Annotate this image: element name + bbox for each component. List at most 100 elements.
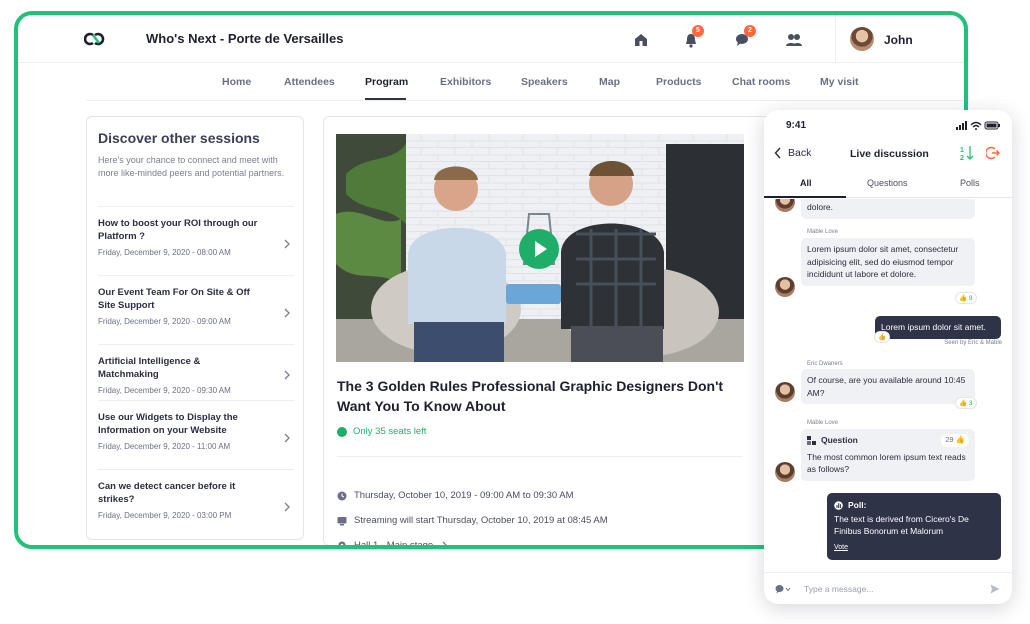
poll-icon	[834, 500, 843, 510]
question-vote-count[interactable]: 29 👍	[941, 434, 969, 447]
content-divider	[337, 456, 742, 457]
nav-map[interactable]: Map	[599, 76, 620, 88]
map-pin-icon	[338, 541, 346, 545]
event-title: Who's Next - Porte de Versailles	[146, 31, 344, 46]
chevron-left-icon	[774, 147, 781, 159]
messages-badge: 2	[744, 25, 756, 37]
sessions-panel: Discover other sessions Here's your chan…	[86, 116, 304, 540]
session-item-date: Friday, December 9, 2020 - 08:00 AM	[98, 248, 231, 257]
send-icon[interactable]	[990, 584, 1000, 594]
poll-vote-link[interactable]: Vote	[834, 542, 994, 555]
question-vote-value: 29	[945, 435, 954, 444]
chevron-right-icon	[284, 433, 290, 442]
mobile-live-discussion: 9:41 Back Live discussion 1 2 All Questi…	[764, 110, 1012, 604]
session-detail-panel: The 3 Golden Rules Professional Graphic …	[323, 116, 781, 549]
tab-active-underline	[764, 196, 846, 198]
likes-value: 9	[968, 295, 973, 302]
session-time: Thursday, October 10, 2019 - 09:00 AM to…	[337, 490, 574, 501]
chat-poll[interactable]: Poll: The text is derived from Cicero's …	[827, 493, 1001, 560]
nav-exhibitors[interactable]: Exhibitors	[440, 76, 491, 88]
chevron-right-icon	[284, 502, 290, 511]
chat-question: Question 29 👍 The most common lorem ipsu…	[801, 429, 975, 481]
seats-status: Only 35 seats left	[337, 426, 426, 437]
video-player[interactable]	[336, 134, 744, 362]
likes-count[interactable]: 👍 9	[956, 293, 976, 303]
chat-feed[interactable]: dolore. Mable Love Lorem ipsum dolor sit…	[764, 199, 1012, 571]
nav-products[interactable]: Products	[656, 76, 702, 88]
main-nav: Home Attendees Program Exhibitors Speake…	[86, 63, 964, 101]
chat-message-text: dolore.	[807, 202, 833, 212]
chat-message: Lorem ipsum dolor sit amet, consectetur …	[801, 238, 975, 286]
tab-all[interactable]: All	[800, 178, 812, 188]
chat-message: dolore.	[801, 199, 975, 219]
nav-attendees[interactable]: Attendees	[284, 76, 335, 88]
live-discussion-title: Live discussion	[850, 148, 929, 160]
message-input[interactable]	[804, 581, 984, 597]
session-item[interactable]: Artificial Intelligence & Matchmaking Fr…	[98, 344, 294, 399]
like-button[interactable]: 👍	[875, 332, 890, 342]
session-item[interactable]: Can we detect cancer before it strikes? …	[98, 469, 294, 537]
svg-text:1: 1	[960, 147, 964, 154]
nav-my-visit[interactable]: My visit	[820, 76, 859, 88]
status-bar-icons	[956, 121, 1000, 130]
message-composer	[764, 572, 1012, 604]
nav-home[interactable]: Home	[222, 76, 251, 88]
chat-author: Mable Love	[807, 420, 839, 426]
broadcast-icon	[337, 516, 347, 525]
home-icon[interactable]	[632, 31, 650, 49]
likes-count[interactable]: 👍 3	[956, 398, 976, 408]
user-avatar[interactable]	[850, 27, 874, 51]
avatar	[775, 277, 795, 297]
session-item-title: Our Event Team For On Site & Off Site Su…	[98, 287, 250, 311]
session-item[interactable]: Use our Widgets to Display the Informati…	[98, 400, 294, 468]
contacts-icon[interactable]	[785, 31, 803, 49]
poll-label: Poll:	[848, 500, 867, 510]
session-item-title: How to boost your ROI through our Platfo…	[98, 218, 258, 242]
back-button[interactable]: Back	[774, 147, 811, 159]
tab-polls[interactable]: Polls	[960, 178, 980, 188]
emoji-picker-icon[interactable]	[775, 584, 791, 594]
chevron-right-icon	[284, 308, 290, 317]
discussion-tabs: All Questions Polls	[764, 170, 1012, 198]
play-button[interactable]	[519, 229, 559, 269]
poll-header: Poll:	[834, 499, 994, 512]
question-header: Question 29 👍	[807, 434, 969, 447]
nav-speakers[interactable]: Speakers	[521, 76, 568, 88]
sort-icon[interactable]: 1 2	[960, 144, 974, 162]
chat-author: Mable Love	[807, 229, 839, 235]
question-icon	[807, 435, 816, 445]
session-item-title: Use our Widgets to Display the Informati…	[98, 412, 238, 436]
phone-clock: 9:41	[786, 120, 807, 131]
avatar	[775, 462, 795, 482]
session-item[interactable]: Our Event Team For On Site & Off Site Su…	[98, 275, 294, 343]
chevron-right-icon	[284, 239, 290, 248]
avatar	[775, 382, 795, 402]
chevron-right-icon	[442, 541, 448, 545]
session-item-date: Friday, December 9, 2020 - 03:00 PM	[98, 511, 232, 520]
session-title: The 3 Golden Rules Professional Graphic …	[337, 378, 724, 414]
session-item-date: Friday, December 9, 2020 - 11:00 AM	[98, 442, 231, 451]
app-logo-icon[interactable]	[84, 29, 108, 49]
check-circle-icon	[337, 426, 347, 437]
chat-author: Eric Dwaners	[807, 361, 843, 367]
chat-message-text: The most common lorem ipsum text reads a…	[807, 451, 966, 475]
nav-program[interactable]: Program	[365, 76, 408, 88]
question-label: Question	[807, 434, 858, 447]
tab-questions[interactable]: Questions	[867, 178, 908, 188]
exit-icon[interactable]	[986, 146, 1000, 160]
session-streaming: Streaming will start Thursday, October 1…	[337, 515, 608, 526]
seats-label: Only 35 seats left	[353, 426, 427, 437]
question-label-text: Question	[821, 435, 858, 445]
nav-active-underline	[365, 98, 406, 100]
chat-message-text: Of course, are you available around 10:4…	[807, 375, 966, 398]
nav-chat-rooms[interactable]: Chat rooms	[732, 76, 790, 88]
session-item[interactable]: How to boost your ROI through our Platfo…	[98, 206, 294, 274]
back-label: Back	[788, 147, 812, 159]
svg-text:2: 2	[960, 155, 964, 162]
session-location[interactable]: Hall 1 - Main stage	[337, 540, 450, 549]
notifications-badge: 5	[692, 25, 704, 37]
sessions-title: Discover other sessions	[98, 130, 260, 146]
user-name[interactable]: John	[884, 33, 913, 47]
session-location-text: Hall 1 - Main stage	[354, 540, 434, 549]
likes-value: 3	[968, 400, 973, 407]
